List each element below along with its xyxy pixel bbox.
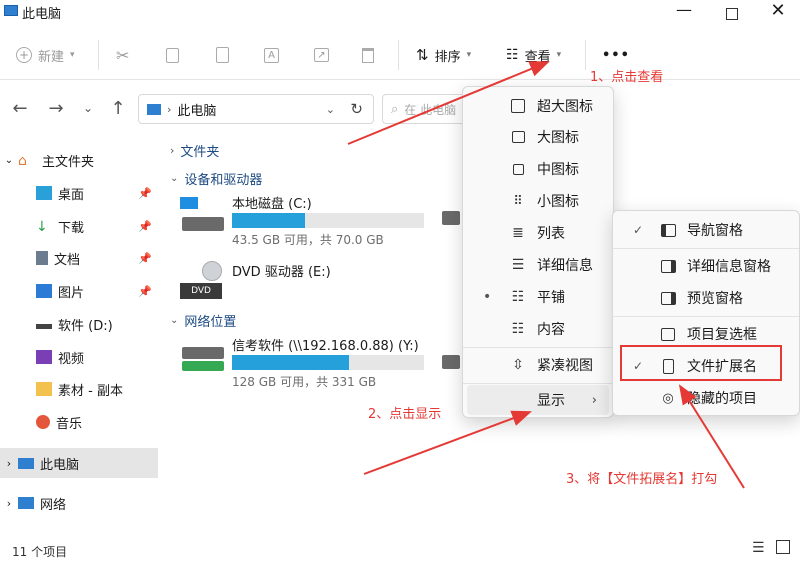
annotation-step1: 1、点击查看	[590, 70, 664, 85]
annotation-step2: 2、点击显示	[368, 407, 442, 422]
arrow-step1	[347, 61, 550, 145]
annotation-step3: 3、将【文件拓展名】打勾	[566, 472, 718, 487]
